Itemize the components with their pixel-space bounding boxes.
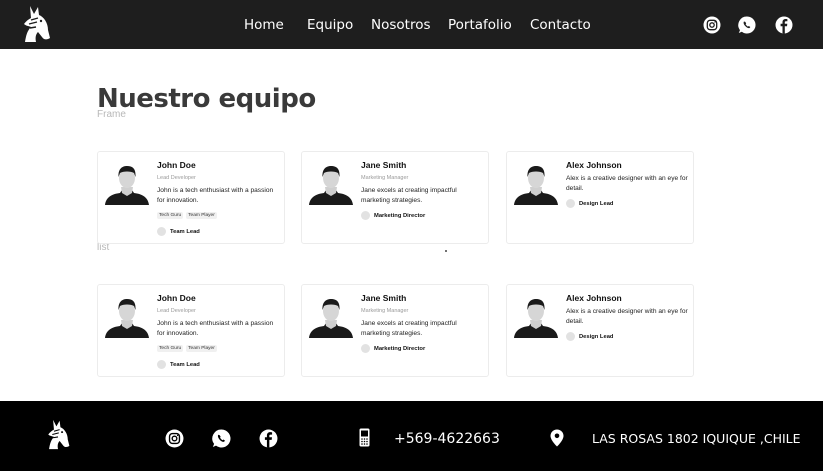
- team-card-jane[interactable]: Jane Smith Marketing Manager Jane excels…: [301, 284, 489, 377]
- footer-phone[interactable]: +569-4622663: [394, 431, 500, 447]
- member-bio: Jane excels at creating impactful market…: [361, 187, 457, 204]
- badge-dot-icon: [361, 211, 370, 220]
- person-avatar: [309, 299, 353, 338]
- badge-dot-icon: [566, 332, 575, 341]
- person-avatar: [514, 299, 558, 338]
- team-card-alex[interactable]: Alex Johnson Alex is a creative designer…: [506, 284, 694, 377]
- tag-chip: Team Player: [186, 212, 217, 219]
- badge-label: Team Lead: [170, 361, 200, 368]
- member-role: Lead Developer: [157, 308, 196, 314]
- nav-home[interactable]: Home: [244, 17, 284, 33]
- instagram-icon[interactable]: [703, 16, 721, 34]
- member-name: Jane Smith: [361, 160, 407, 170]
- tag-chip: Tech Guru: [157, 345, 184, 352]
- person-avatar: [105, 299, 149, 338]
- member-name: John Doe: [157, 160, 196, 170]
- member-name: John Doe: [157, 293, 196, 303]
- team-card-john[interactable]: John Doe Lead Developer John is a tech e…: [97, 284, 285, 377]
- page-title: Nuestro equipo: [97, 84, 316, 114]
- whatsapp-icon[interactable]: [212, 429, 231, 448]
- facebook-icon[interactable]: [259, 429, 278, 448]
- member-name: Alex Johnson: [566, 293, 622, 303]
- horse-head-logo-icon[interactable]: [20, 4, 52, 44]
- badge-dot-icon: [157, 227, 166, 236]
- tag-chip: Tech Guru: [157, 212, 184, 219]
- badge-label: Team Lead: [170, 228, 200, 235]
- person-avatar: [105, 166, 149, 205]
- site-header: Home Equipo Nosotros Portafolio Contacto: [0, 0, 823, 49]
- member-bio: Alex is a creative designer with an eye …: [566, 308, 688, 325]
- team-card-john[interactable]: John Doe Lead Developer John is a tech e…: [97, 151, 285, 244]
- member-role: Marketing Manager: [361, 175, 409, 181]
- member-name: Alex Johnson: [566, 160, 622, 170]
- badge-dot-icon: [566, 199, 575, 208]
- member-name: Jane Smith: [361, 293, 407, 303]
- footer-address: LAS ROSAS 1802 IQUIQUE ,CHILE: [592, 431, 801, 446]
- frame-label: Frame: [97, 109, 126, 120]
- badge-label: Design Lead: [579, 200, 614, 207]
- member-tags: Tech Guru Team Player: [157, 345, 217, 352]
- badge-label: Marketing Director: [374, 212, 426, 219]
- tag-chip: Team Player: [186, 345, 217, 352]
- person-avatar: [309, 166, 353, 205]
- badge-label: Design Lead: [579, 333, 614, 340]
- person-avatar: [514, 166, 558, 205]
- member-bio: John is a tech enthusiast with a passion…: [157, 187, 274, 204]
- nav-nosotros[interactable]: Nosotros: [371, 17, 431, 33]
- member-role: Marketing Manager: [361, 308, 409, 314]
- nav-contacto[interactable]: Contacto: [530, 17, 591, 33]
- member-role: Lead Developer: [157, 175, 196, 181]
- member-badge: Team Lead: [157, 360, 200, 369]
- mobile-phone-icon: [359, 428, 370, 447]
- nav-equipo[interactable]: Equipo: [307, 17, 353, 33]
- team-card-jane[interactable]: Jane Smith Marketing Manager Jane excels…: [301, 151, 489, 244]
- badge-dot-icon: [157, 360, 166, 369]
- whatsapp-icon[interactable]: [738, 16, 756, 34]
- badge-dot-icon: [361, 344, 370, 353]
- member-bio: Jane excels at creating impactful market…: [361, 320, 457, 337]
- instagram-icon[interactable]: [165, 429, 184, 448]
- stray-dot: [445, 250, 447, 252]
- member-badge: Design Lead: [566, 332, 613, 341]
- team-card-alex[interactable]: Alex Johnson Alex is a creative designer…: [506, 151, 694, 244]
- badge-label: Marketing Director: [374, 345, 426, 352]
- member-tags: Tech Guru Team Player: [157, 212, 217, 219]
- member-badge: Design Lead: [566, 199, 613, 208]
- member-bio: John is a tech enthusiast with a passion…: [157, 320, 274, 337]
- member-bio: Alex is a creative designer with an eye …: [566, 175, 688, 192]
- horse-head-logo-icon[interactable]: [45, 418, 71, 451]
- member-badge: Marketing Director: [361, 211, 425, 220]
- map-pin-icon: [550, 429, 564, 447]
- facebook-icon[interactable]: [775, 16, 793, 34]
- site-footer: +569-4622663 LAS ROSAS 1802 IQUIQUE ,CHI…: [0, 401, 823, 471]
- member-badge: Team Lead: [157, 227, 200, 236]
- member-badge: Marketing Director: [361, 344, 425, 353]
- nav-portafolio[interactable]: Portafolio: [448, 17, 512, 33]
